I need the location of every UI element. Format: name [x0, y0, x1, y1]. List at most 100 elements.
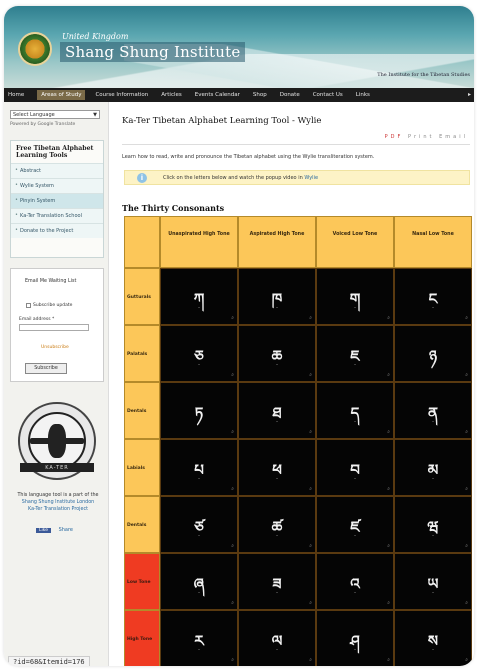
consonant-cell[interactable]: བ - ⌕: [316, 439, 394, 496]
zoom-icon[interactable]: ⌕: [309, 543, 312, 549]
zoom-icon[interactable]: ⌕: [387, 600, 390, 606]
subscribe-checkbox-label: Subscribe update: [33, 303, 73, 308]
letter-underline-mark: -: [354, 590, 356, 596]
nav-more-icon[interactable]: ▸: [468, 91, 471, 98]
consonant-cell[interactable]: ར - ⌕: [160, 610, 238, 666]
consonant-cell[interactable]: ཐ - ⌕: [238, 382, 316, 439]
nav-item[interactable]: Shop: [253, 92, 267, 98]
zoom-icon[interactable]: ⌕: [387, 429, 390, 435]
zoom-icon[interactable]: ⌕: [231, 543, 234, 549]
email-icon[interactable]: Email: [439, 134, 468, 140]
like-button[interactable]: Like: [36, 528, 51, 533]
powered-by-translate[interactable]: Powered by Google Translate: [10, 122, 75, 127]
consonant-letter: པ: [194, 461, 204, 479]
brand-name[interactable]: Shang Shung Institute: [60, 42, 246, 62]
nav-item[interactable]: Donate: [280, 92, 300, 98]
row-header: Dentals: [124, 496, 160, 553]
zoom-icon[interactable]: ⌕: [309, 657, 312, 663]
consonant-cell[interactable]: ཁ - ⌕: [238, 268, 316, 325]
subscribe-checkbox[interactable]: [26, 303, 31, 308]
sidebar-menu-item[interactable]: Pinyin System: [11, 193, 103, 208]
unsubscribe-link[interactable]: Unsubscribe: [41, 345, 69, 350]
zoom-icon[interactable]: ⌕: [465, 543, 468, 549]
zoom-icon[interactable]: ⌕: [231, 429, 234, 435]
zoom-icon[interactable]: ⌕: [465, 600, 468, 606]
consonant-cell[interactable]: ད - ⌕: [316, 382, 394, 439]
consonant-cell[interactable]: ཙ - ⌕: [160, 496, 238, 553]
zoom-icon[interactable]: ⌕: [309, 429, 312, 435]
print-icon[interactable]: Print: [408, 134, 435, 140]
consonant-cell[interactable]: ཉ - ⌕: [394, 325, 472, 382]
nav-item[interactable]: Home: [8, 92, 24, 98]
nav-item[interactable]: Contact Us: [313, 92, 343, 98]
zoom-icon[interactable]: ⌕: [387, 486, 390, 492]
consonant-cell[interactable]: ཆ - ⌕: [238, 325, 316, 382]
consonant-cell[interactable]: ང - ⌕: [394, 268, 472, 325]
consonant-cell[interactable]: ཞ - ⌕: [160, 553, 238, 610]
consonant-cell[interactable]: ཇ - ⌕: [316, 325, 394, 382]
zoom-icon[interactable]: ⌕: [387, 543, 390, 549]
sidebar-menu-item[interactable]: Ka-Ter Translation School: [11, 208, 103, 223]
zoom-icon[interactable]: ⌕: [465, 486, 468, 492]
consonant-cell[interactable]: ཀ - ⌕: [160, 268, 238, 325]
consonant-cell[interactable]: ཕ - ⌕: [238, 439, 316, 496]
consonant-cell[interactable]: ཡ - ⌕: [394, 553, 472, 610]
zoom-icon[interactable]: ⌕: [231, 486, 234, 492]
zoom-icon[interactable]: ⌕: [465, 315, 468, 321]
consonant-cell[interactable]: ན - ⌕: [394, 382, 472, 439]
divider: [122, 144, 470, 145]
letter-underline-mark: -: [432, 533, 434, 539]
consonant-cell[interactable]: ལ - ⌕: [238, 610, 316, 666]
consonant-cell[interactable]: ཛ - ⌕: [316, 496, 394, 553]
zoom-icon[interactable]: ⌕: [231, 600, 234, 606]
consonant-letter: ཚ: [271, 518, 283, 536]
nav-item[interactable]: Course Information: [95, 92, 148, 98]
consonant-cell[interactable]: ཚ - ⌕: [238, 496, 316, 553]
consonant-cell[interactable]: མ - ⌕: [394, 439, 472, 496]
share-link[interactable]: Share: [59, 527, 73, 533]
language-select[interactable]: Select Language ▼: [10, 110, 100, 119]
consonant-cell[interactable]: ག - ⌕: [316, 268, 394, 325]
consonant-cell[interactable]: ཅ - ⌕: [160, 325, 238, 382]
nav-item[interactable]: Articles: [161, 92, 182, 98]
letter-underline-mark: -: [276, 533, 278, 539]
letter-underline-mark: -: [276, 419, 278, 425]
zoom-icon[interactable]: ⌕: [387, 315, 390, 321]
consonant-cell[interactable]: ཏ - ⌕: [160, 382, 238, 439]
zoom-icon[interactable]: ⌕: [231, 372, 234, 378]
status-bar-url: ?id=68&Itemid=176: [8, 656, 90, 666]
credit-link-project[interactable]: Ka-Ter Translation Project: [12, 506, 104, 513]
nav-item[interactable]: Links: [356, 92, 370, 98]
consonant-cell[interactable]: ཟ - ⌕: [238, 553, 316, 610]
consonant-letter: ཀ: [193, 290, 205, 308]
zoom-icon[interactable]: ⌕: [309, 372, 312, 378]
zoom-icon[interactable]: ⌕: [465, 657, 468, 663]
zoom-icon[interactable]: ⌕: [387, 657, 390, 663]
nav-item[interactable]: Events Calendar: [195, 92, 240, 98]
zoom-icon[interactable]: ⌕: [387, 372, 390, 378]
consonant-cell[interactable]: འ - ⌕: [316, 553, 394, 610]
zoom-icon[interactable]: ⌕: [231, 315, 234, 321]
pdf-icon[interactable]: PDF: [385, 134, 404, 140]
consonant-cell[interactable]: པ - ⌕: [160, 439, 238, 496]
institute-logo[interactable]: [18, 32, 52, 66]
zoom-icon[interactable]: ⌕: [231, 657, 234, 663]
info-link[interactable]: Wylie: [304, 175, 318, 181]
zoom-icon[interactable]: ⌕: [309, 315, 312, 321]
sidebar-menu-item[interactable]: Wylie System: [11, 178, 103, 193]
zoom-icon[interactable]: ⌕: [465, 372, 468, 378]
nav-item[interactable]: Areas of Study: [37, 90, 86, 100]
credit-link-institute[interactable]: Shang Shung Institute London: [12, 499, 104, 506]
letter-underline-mark: -: [276, 362, 278, 368]
consonant-cell[interactable]: ཤ - ⌕: [316, 610, 394, 666]
zoom-icon[interactable]: ⌕: [309, 600, 312, 606]
zoom-icon[interactable]: ⌕: [309, 486, 312, 492]
zoom-icon[interactable]: ⌕: [465, 429, 468, 435]
sidebar-menu-item[interactable]: Donate to the Project: [11, 223, 103, 238]
consonant-cell[interactable]: ས - ⌕: [394, 610, 472, 666]
consonant-letter: ན: [427, 404, 438, 422]
consonant-cell[interactable]: ཝ - ⌕: [394, 496, 472, 553]
subscribe-button[interactable]: Subscribe: [25, 363, 67, 374]
email-field[interactable]: [19, 324, 89, 331]
sidebar-menu-item[interactable]: Abstract: [11, 163, 103, 178]
